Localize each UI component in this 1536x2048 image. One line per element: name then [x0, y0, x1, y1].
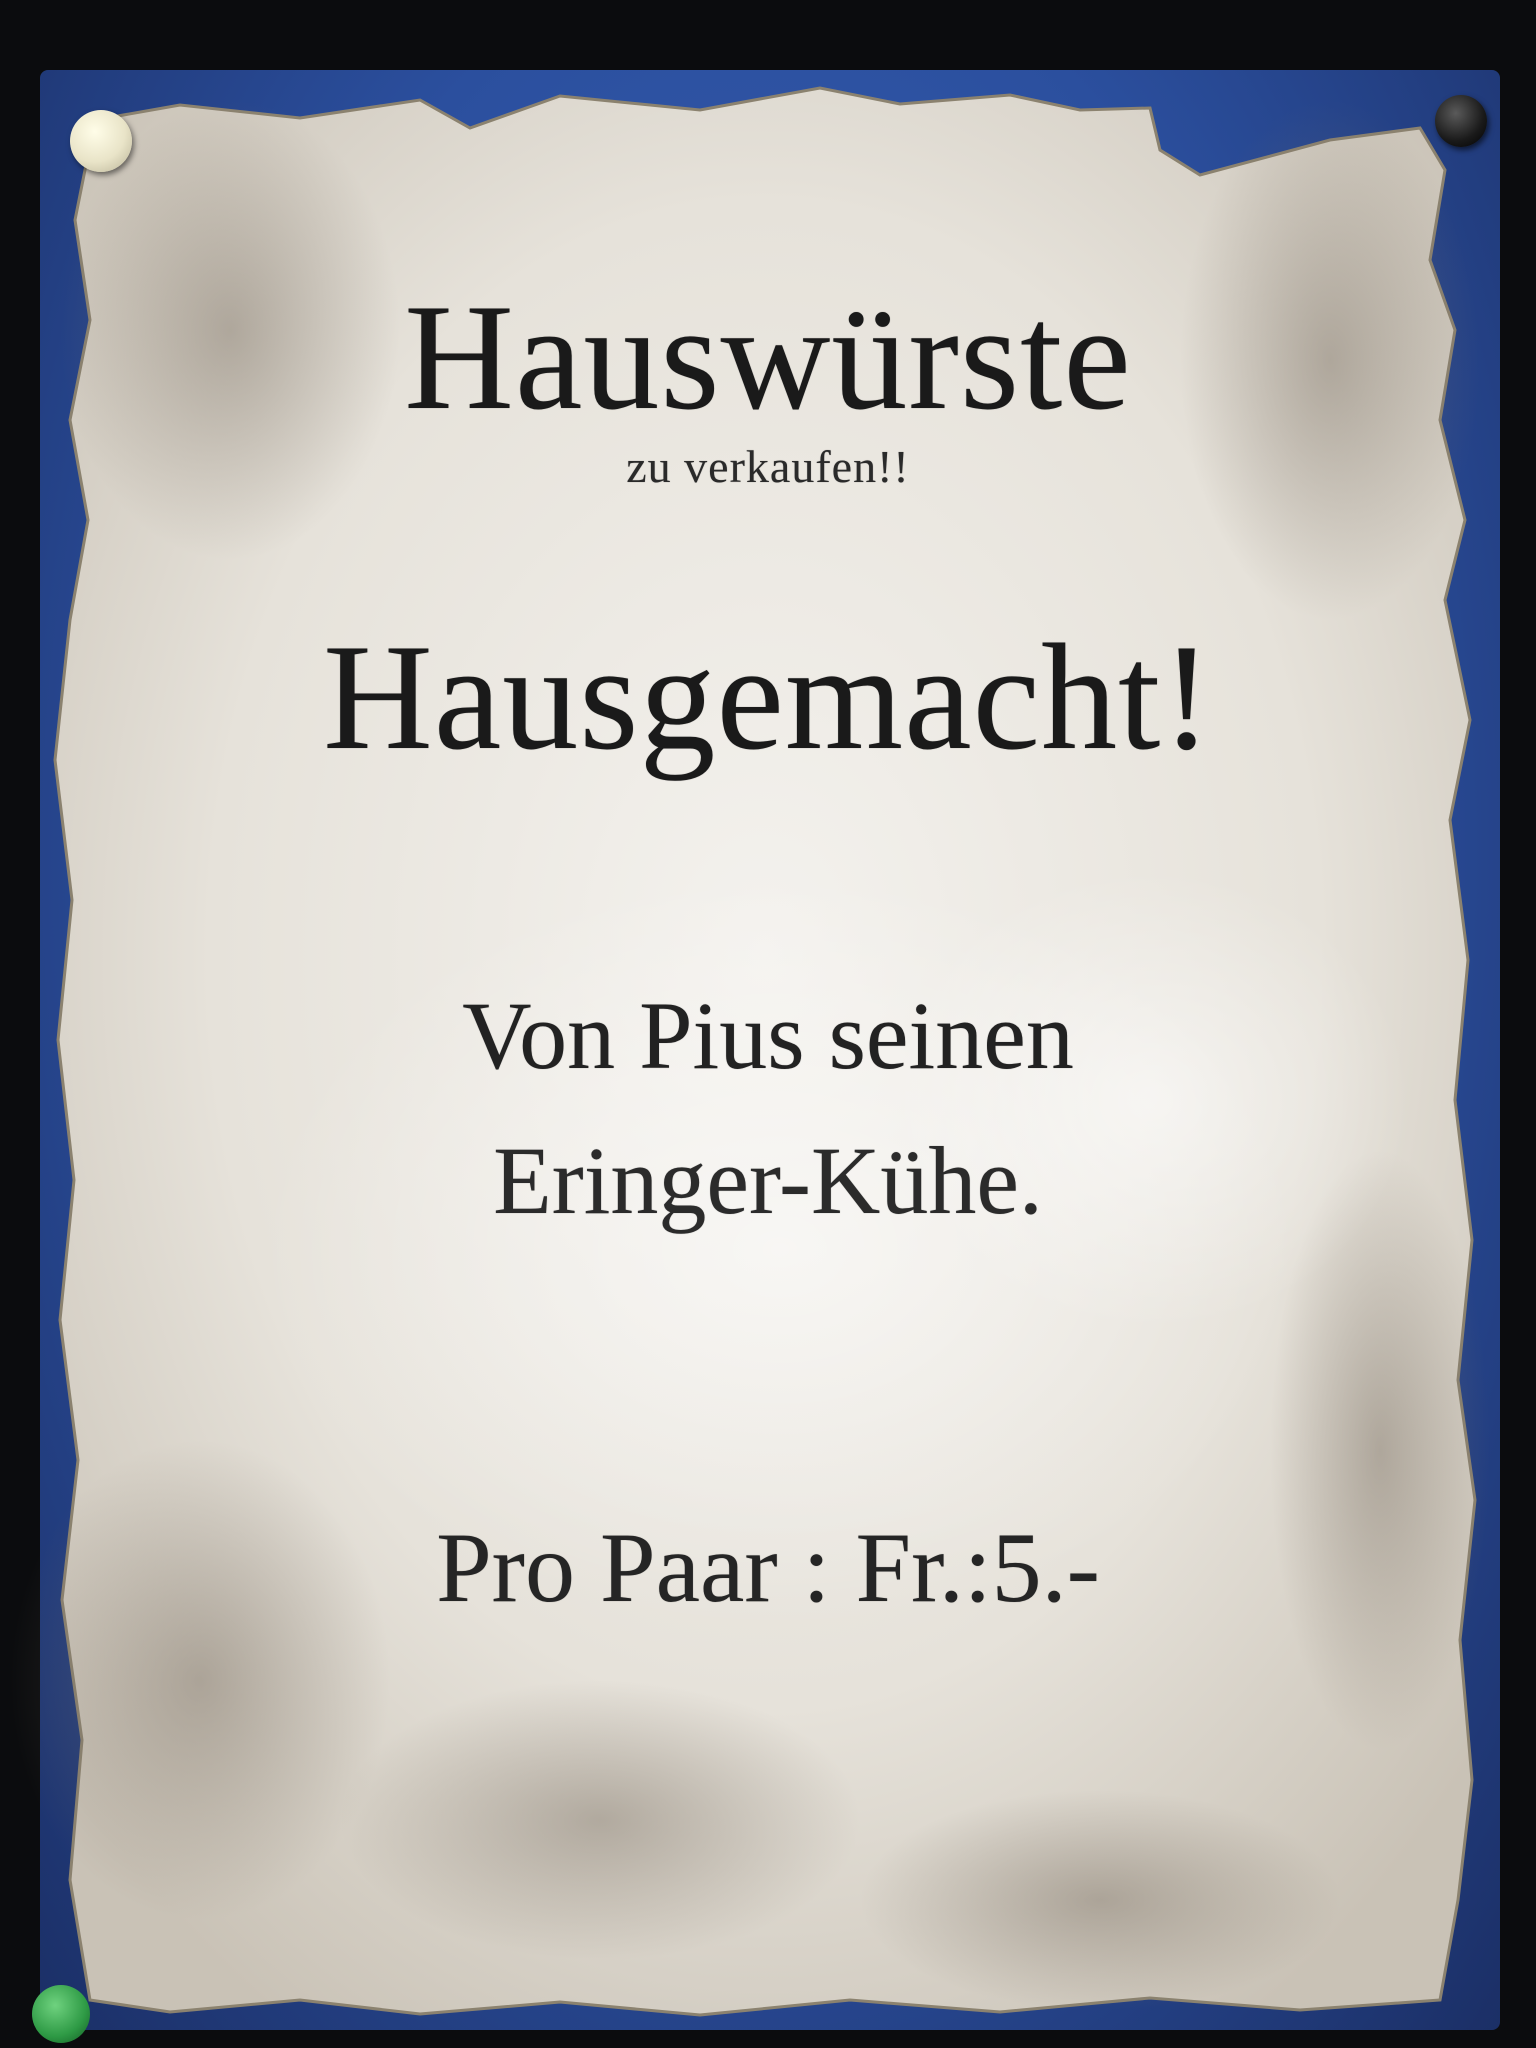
- poster-origin-line-1: Von Pius seinen: [462, 982, 1074, 1089]
- poster-headline: Hausgemacht!: [323, 613, 1213, 781]
- poster-text: Hauswürste zu verkaufen!! Hausgemacht! V…: [0, 0, 1536, 2048]
- poster-subtitle: zu verkaufen!!: [626, 441, 910, 492]
- poster-title: Hauswürste: [404, 273, 1132, 441]
- poster-price: Pro Paar : Fr.:5.-: [436, 1512, 1100, 1623]
- poster-origin-line-2: Eringer-Kühe.: [493, 1127, 1043, 1234]
